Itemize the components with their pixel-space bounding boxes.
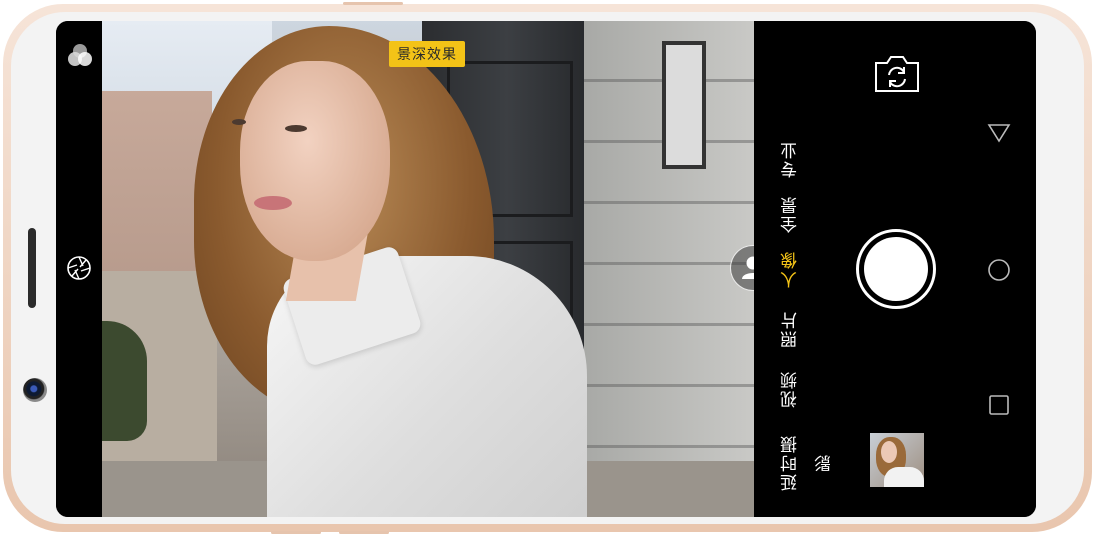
bottom-button-right (339, 531, 389, 534)
portrait-subject-button[interactable] (730, 245, 754, 291)
left-toolbar (56, 21, 102, 517)
mode-selector: 专业 全景 人像 照片 视频 延时摄影 (774, 139, 835, 499)
top-button (343, 2, 403, 5)
recents-icon[interactable] (986, 392, 1012, 418)
gallery-thumbnail[interactable] (870, 433, 924, 487)
camera-screen: 景深效果 专业 全景 人像 照片 视频 延时摄影 (56, 21, 1036, 517)
photo-bush (102, 321, 147, 441)
photo-subject-eye (232, 119, 246, 125)
home-icon[interactable] (986, 257, 1012, 283)
depth-effect-badge: 景深效果 (389, 41, 465, 67)
front-camera-lens (23, 378, 47, 402)
mode-photo[interactable]: 照片 (774, 309, 808, 349)
viewfinder-preview[interactable]: 景深效果 (102, 21, 754, 517)
photo-subject-face (240, 61, 390, 261)
shutter-button[interactable] (856, 229, 936, 309)
person-portrait-icon (742, 256, 754, 279)
aperture-icon[interactable] (66, 255, 92, 281)
photo-subject-eye (285, 125, 307, 132)
thumbnail-subject-coat (884, 467, 924, 487)
mode-video[interactable]: 视频 (774, 369, 808, 409)
back-icon[interactable] (986, 119, 1012, 145)
thumbnail-subject-face (881, 441, 897, 463)
mode-panorama[interactable]: 全景 (774, 194, 808, 234)
earpiece (28, 228, 36, 308)
shutter-button-core (864, 237, 928, 301)
photo-wall-lamp (662, 41, 706, 169)
mode-pro[interactable]: 专业 (774, 139, 808, 179)
bottom-button-left (271, 531, 321, 534)
photo-subject-lips (254, 196, 292, 210)
camera-controls: 专业 全景 人像 照片 视频 延时摄影 (754, 21, 1036, 517)
switch-camera-icon[interactable] (872, 53, 922, 95)
mode-timelapse[interactable]: 延时摄影 (774, 427, 835, 499)
filter-icon[interactable] (65, 41, 95, 71)
mode-portrait[interactable]: 人像 (774, 249, 808, 289)
